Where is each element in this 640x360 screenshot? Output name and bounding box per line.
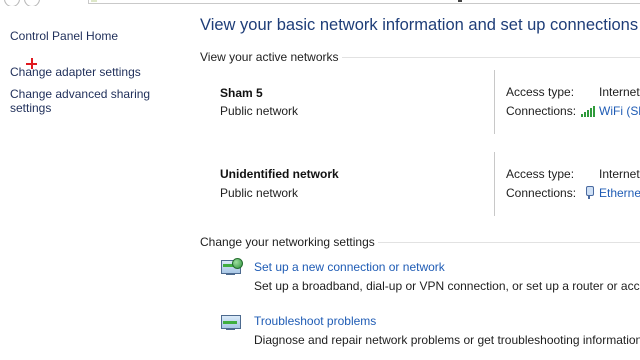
- networking-settings-heading: Change your networking settings: [200, 235, 375, 249]
- troubleshoot-description: Diagnose and repair network problems or …: [254, 333, 640, 347]
- troubleshoot-link[interactable]: Troubleshoot problems: [254, 314, 376, 328]
- access-type-value: Internet: [599, 85, 640, 99]
- active-networks-rule: [342, 57, 640, 58]
- network-category-link[interactable]: Public network: [220, 104, 298, 118]
- network-name: Unidentified network: [220, 167, 339, 181]
- setup-connection-description: Set up a broadband, dial-up or VPN conne…: [254, 279, 640, 293]
- setup-connection-link[interactable]: Set up a new connection or network: [254, 260, 445, 274]
- change-advanced-sharing-line2: settings: [10, 101, 52, 115]
- change-advanced-sharing-link[interactable]: Change advanced sharing settings: [10, 87, 150, 115]
- connections-label: Connections:: [506, 186, 577, 200]
- address-text-fragment: [458, 0, 462, 2]
- change-advanced-sharing-line1: Change advanced sharing: [10, 87, 151, 101]
- ethernet-icon: [584, 185, 594, 199]
- mouse-cursor: [26, 58, 37, 69]
- wifi-signal-icon: [580, 105, 596, 117]
- networking-settings-rule: [378, 242, 640, 243]
- page-title: View your basic network information and …: [200, 16, 639, 34]
- network-divider: [494, 152, 495, 216]
- access-type-value: Internet: [599, 167, 640, 181]
- active-networks-heading: View your active networks: [200, 50, 339, 64]
- network-category-link[interactable]: Public network: [220, 186, 298, 200]
- left-pane: Control Panel Home Change adapter settin…: [0, 0, 190, 360]
- new-connection-icon[interactable]: [220, 258, 243, 276]
- ethernet-connection-link[interactable]: Ethernet: [599, 186, 640, 200]
- control-panel-home-link[interactable]: Control Panel Home: [10, 29, 118, 43]
- access-type-label: Access type:: [506, 167, 575, 181]
- network-name: Sham 5: [220, 86, 263, 100]
- troubleshoot-icon[interactable]: [220, 313, 242, 331]
- wifi-connection-link[interactable]: WiFi (Sh: [599, 104, 640, 118]
- access-type-label: Access type:: [506, 85, 575, 99]
- connections-label: Connections:: [506, 104, 577, 118]
- network-divider: [494, 70, 495, 134]
